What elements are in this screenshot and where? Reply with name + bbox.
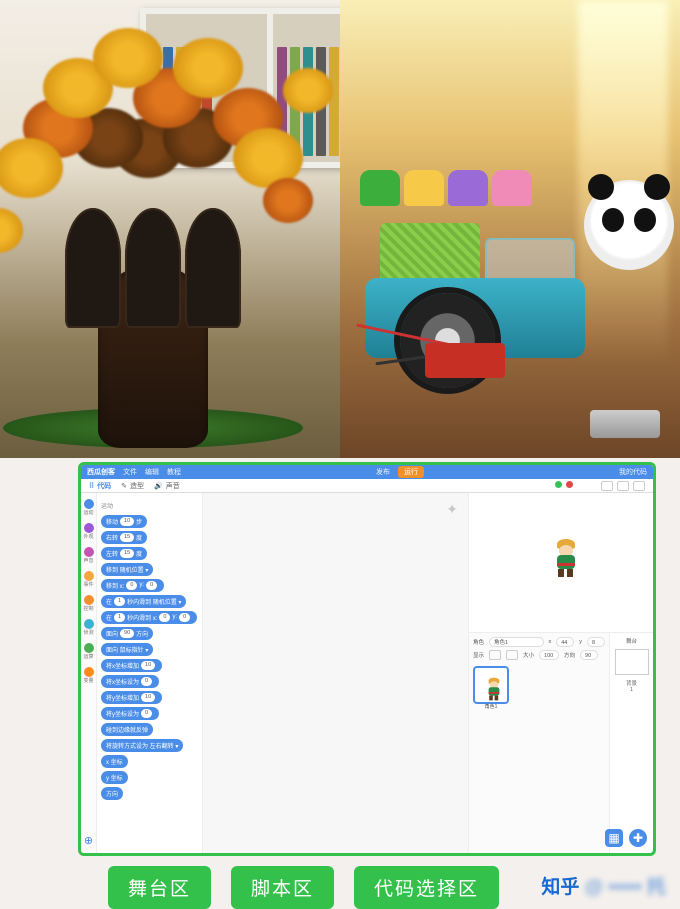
sprite-x-field[interactable]: 44 bbox=[556, 637, 574, 647]
battery-pack bbox=[590, 410, 660, 438]
palette-block[interactable]: 将y坐标增加10 bbox=[101, 691, 162, 704]
cat-looks[interactable] bbox=[84, 523, 94, 533]
palette-block[interactable]: 在1秒内滑到 随机位置 ▾ bbox=[101, 595, 186, 608]
sound-icon: 🔊 bbox=[154, 482, 163, 490]
tab-costumes[interactable]: ✎ 造型 bbox=[121, 481, 144, 491]
stage-label: 舞台 bbox=[626, 637, 637, 645]
sprite-y-field[interactable]: 8 bbox=[587, 637, 605, 647]
sprite-name-label: 角色 bbox=[473, 638, 484, 646]
tab-code[interactable]: ⠿ 代码 bbox=[89, 481, 111, 491]
stage-thumbnail-panel: 舞台 背景 1 bbox=[609, 633, 653, 853]
ide-region: 西瓜创客 文件 编辑 教程 发布 运行 我的代码 ⠿ 代码 ✎ 造型 🔊 声音 bbox=[0, 458, 680, 909]
cat-events[interactable] bbox=[84, 571, 94, 581]
sprite-name-field[interactable]: 角色1 bbox=[489, 637, 543, 647]
stage-column: 角色 角色1 x 44 y 8 显示 大小 100 bbox=[469, 493, 653, 853]
label-palette: 代码选择区 bbox=[354, 866, 499, 909]
lego-treehouse bbox=[0, 8, 323, 448]
cat-control[interactable] bbox=[84, 595, 94, 605]
brand-logo: 西瓜创客 bbox=[87, 467, 115, 477]
palette-heading: 运动 bbox=[101, 501, 198, 510]
palette-block[interactable]: 面向90方向 bbox=[101, 627, 153, 640]
sprite-thumbnail[interactable]: 角色1 bbox=[473, 666, 509, 704]
menu-tutorial[interactable]: 教程 bbox=[167, 467, 181, 477]
script-canvas[interactable]: ✦ bbox=[203, 493, 469, 853]
add-extension-button[interactable]: ⊕ bbox=[83, 835, 95, 847]
sprite-dir-field[interactable]: 90 bbox=[580, 650, 598, 660]
label-script: 脚本区 bbox=[231, 866, 334, 909]
photo-left bbox=[0, 0, 340, 458]
stop-icon[interactable] bbox=[566, 481, 573, 488]
ide-tabs: ⠿ 代码 ✎ 造型 🔊 声音 bbox=[81, 479, 653, 493]
my-code-button[interactable]: 我的代码 bbox=[619, 467, 647, 477]
tab-sounds[interactable]: 🔊 声音 bbox=[154, 481, 180, 491]
palette-block[interactable]: 将旋转方式设为 左右翻转 ▾ bbox=[101, 739, 183, 752]
cat-sensing[interactable] bbox=[84, 619, 94, 629]
palette-block[interactable]: 将y坐标设为0 bbox=[101, 707, 159, 720]
palette-block[interactable]: 移动10步 bbox=[101, 515, 147, 528]
stage-full-button[interactable] bbox=[633, 481, 645, 491]
green-flag-icon[interactable] bbox=[555, 481, 562, 488]
stage-thumbnail[interactable] bbox=[615, 649, 649, 675]
photo-right bbox=[340, 0, 680, 458]
canvas-watermark-icon: ✦ bbox=[446, 501, 458, 518]
sprite-show-toggle[interactable] bbox=[489, 650, 501, 660]
palette-block[interactable]: x 坐标 bbox=[101, 755, 128, 768]
code-icon: ⠿ bbox=[89, 482, 94, 490]
run-button[interactable]: 运行 bbox=[398, 466, 424, 478]
menu-edit[interactable]: 编辑 bbox=[145, 467, 159, 477]
palette-block[interactable]: 将x坐标设为0 bbox=[101, 675, 159, 688]
stage-sprite[interactable] bbox=[553, 539, 579, 577]
palette-block[interactable]: 移到 x:0 y:0 bbox=[101, 579, 164, 592]
sprite-hide-toggle[interactable] bbox=[506, 650, 518, 660]
block-category-column: 运动 外观 声音 事件 控制 侦测 运算 变量 ⊕ bbox=[81, 493, 97, 853]
brush-icon: ✎ bbox=[121, 482, 127, 490]
add-backdrop-button[interactable]: ▦ bbox=[605, 829, 623, 847]
ide-window: 西瓜创客 文件 编辑 教程 发布 运行 我的代码 ⠿ 代码 ✎ 造型 🔊 声音 bbox=[78, 462, 656, 856]
share-button[interactable]: 发布 bbox=[376, 467, 390, 477]
cat-motion[interactable] bbox=[84, 499, 94, 509]
block-palette[interactable]: 运动 移动10步右转15度左转15度移到 随机位置 ▾ 移到 x:0 y:0 在1秒… bbox=[97, 493, 203, 853]
stage-preview[interactable] bbox=[469, 493, 653, 633]
menu-file[interactable]: 文件 bbox=[123, 467, 137, 477]
palette-block[interactable]: y 坐标 bbox=[101, 771, 128, 784]
palette-block[interactable]: 碰到边缘就反弹 bbox=[101, 723, 153, 736]
zhihu-watermark: 知乎 @ ••••• 托 bbox=[541, 872, 666, 899]
palette-block[interactable]: 在1秒内滑到 x:0 y:0 bbox=[101, 611, 197, 624]
mbot-robot bbox=[345, 198, 605, 388]
add-sprite-button[interactable]: ✚ bbox=[629, 829, 647, 847]
palette-block[interactable]: 方向 bbox=[101, 787, 123, 800]
palette-block[interactable]: 移到 随机位置 ▾ bbox=[101, 563, 153, 576]
sprite-size-field[interactable]: 100 bbox=[539, 650, 559, 660]
cat-operators[interactable] bbox=[84, 643, 94, 653]
label-stage: 舞台区 bbox=[108, 866, 211, 909]
cat-sound[interactable] bbox=[84, 547, 94, 557]
palette-block[interactable]: 将x坐标增加10 bbox=[101, 659, 162, 672]
photo-collage bbox=[0, 0, 680, 458]
ide-menubar: 西瓜创客 文件 编辑 教程 发布 运行 我的代码 bbox=[81, 465, 653, 479]
palette-block[interactable]: 面向 鼠标指针 ▾ bbox=[101, 643, 153, 656]
palette-block[interactable]: 左转15度 bbox=[101, 547, 147, 560]
sprite-show-label: 显示 bbox=[473, 651, 484, 659]
palette-block[interactable]: 右转15度 bbox=[101, 531, 147, 544]
sprite-info-panel: 角色 角色1 x 44 y 8 显示 大小 100 bbox=[469, 633, 609, 853]
cat-variables[interactable] bbox=[84, 667, 94, 677]
stage-large-button[interactable] bbox=[617, 481, 629, 491]
stage-small-button[interactable] bbox=[601, 481, 613, 491]
